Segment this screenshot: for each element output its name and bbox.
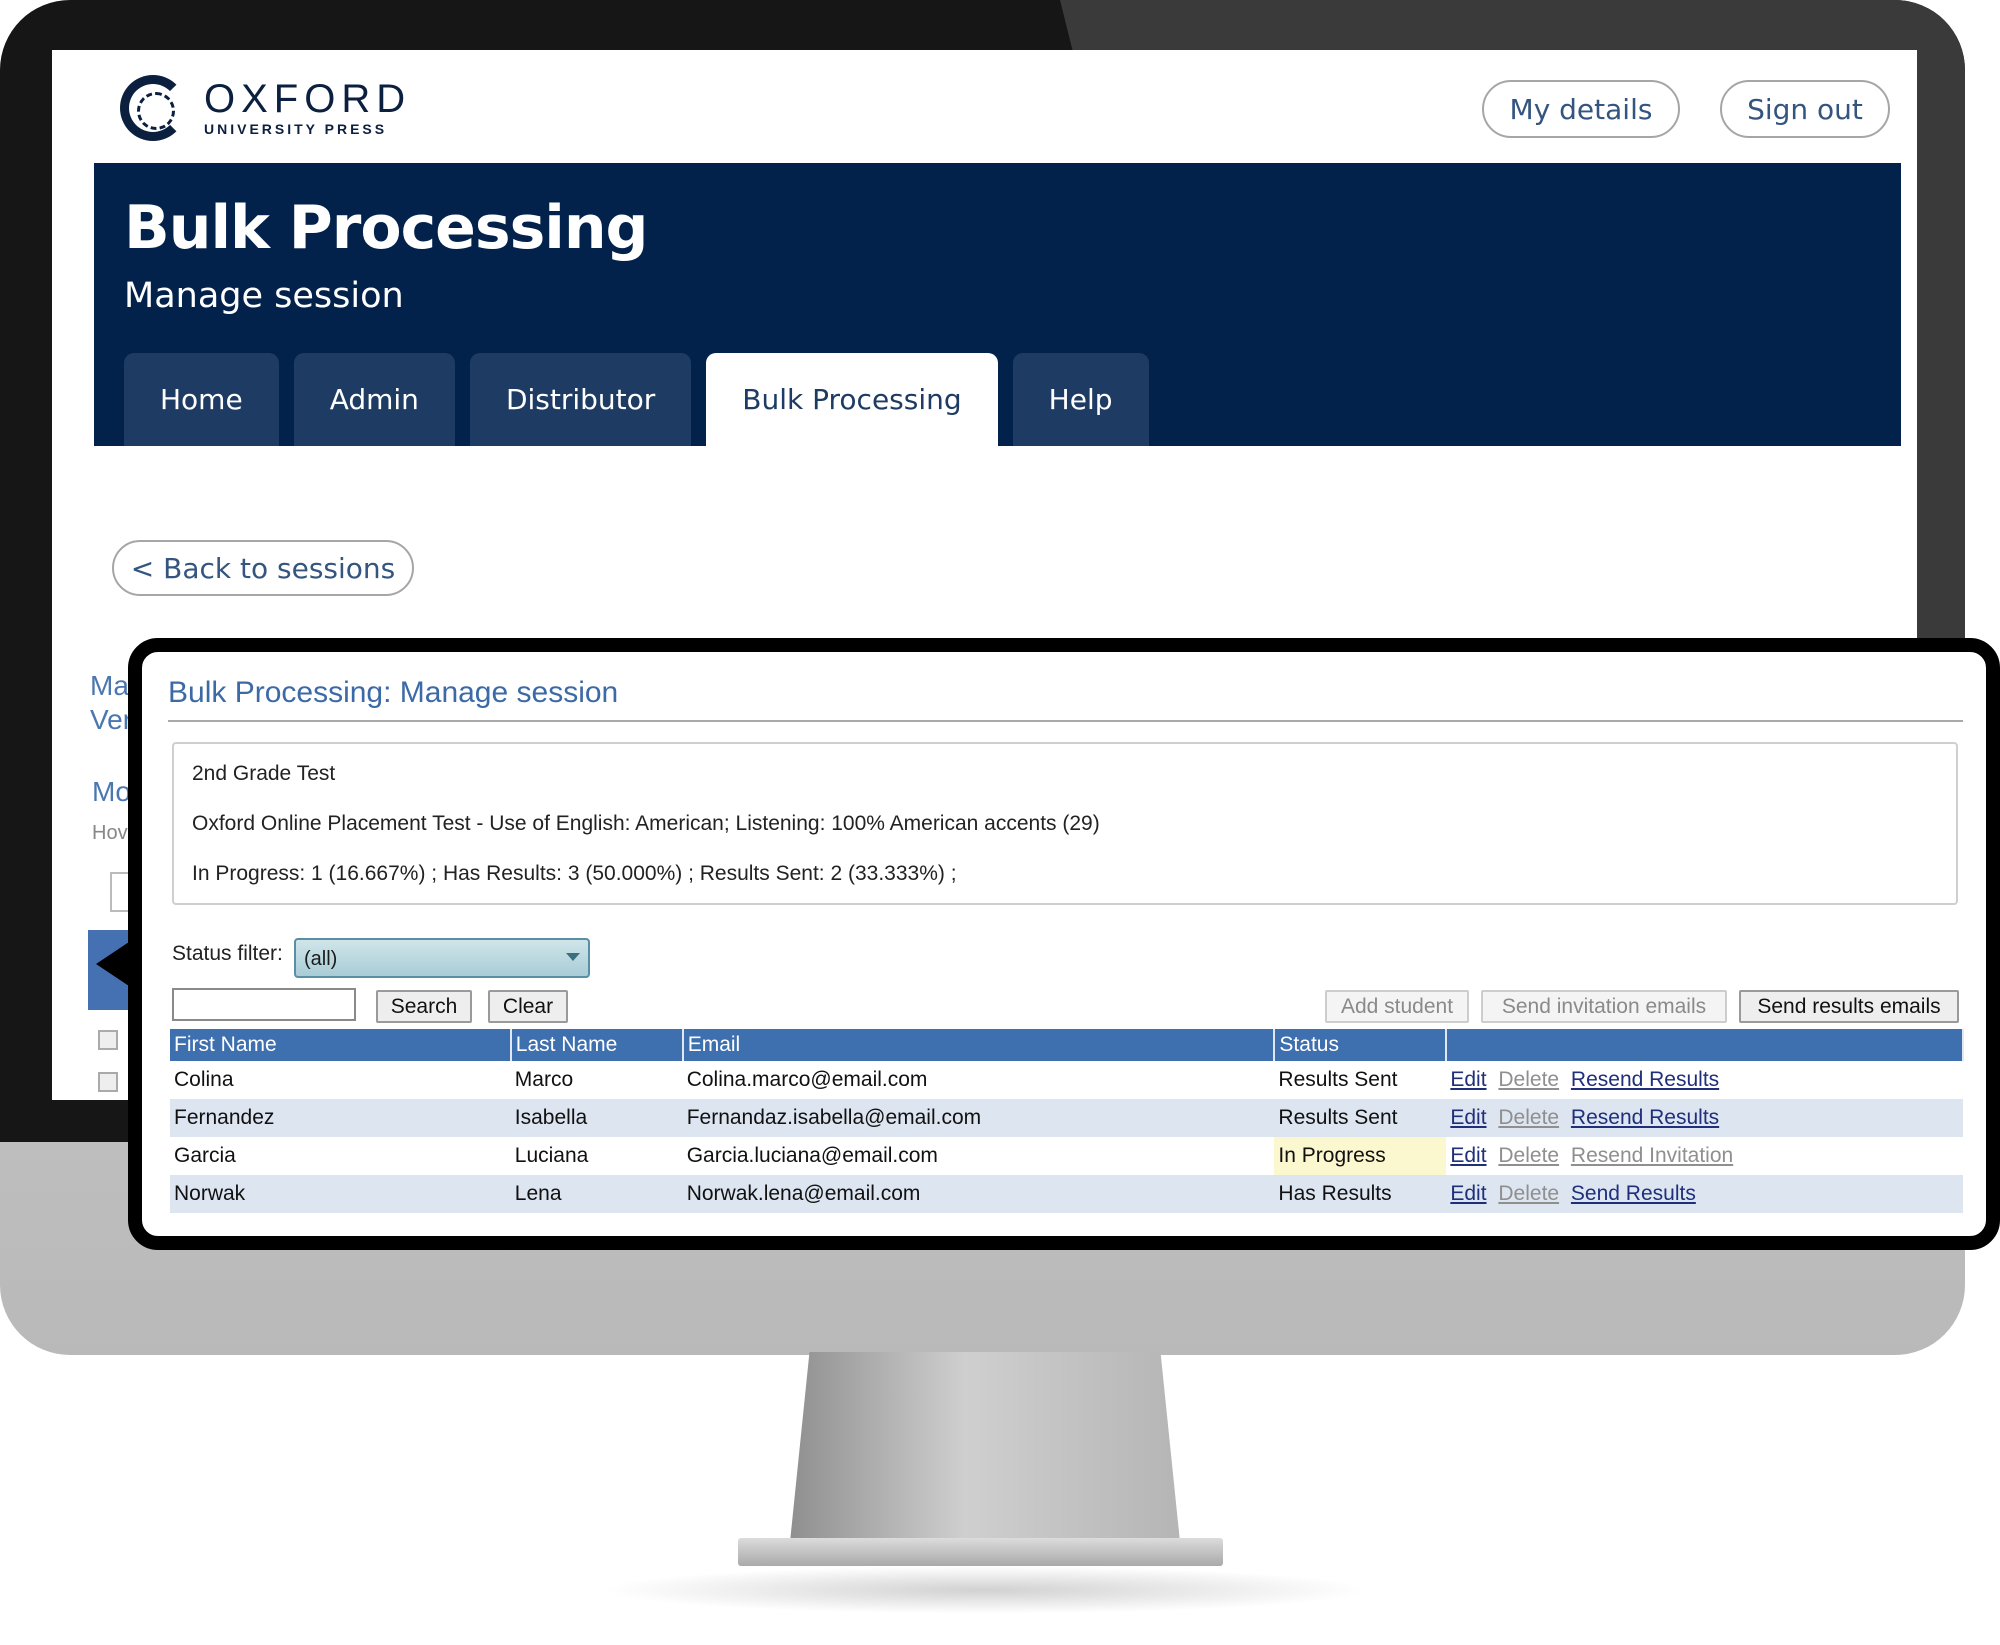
stand-shadow [600,1566,1370,1614]
cell-first-name: Fernandez [170,1099,511,1137]
monitor-stand-neck [790,1352,1180,1542]
search-button[interactable]: Search [376,990,472,1023]
logo-text: OXFORD UNIVERSITY PRESS [204,79,411,137]
delete-link: Delete [1498,1144,1560,1167]
background-heading-fragment-2: Ver [90,704,133,735]
cell-status: Results Sent [1278,1068,1398,1091]
main-nav-tabs: Home Admin Distributor Bulk Processing H… [124,353,1149,446]
edit-link[interactable]: Edit [1450,1106,1486,1129]
send-results-emails-button[interactable]: Send results emails [1739,990,1959,1023]
page-title: Bulk Processing [124,193,649,263]
resend-results-link[interactable]: Resend Results [1571,1068,1719,1091]
my-details-button[interactable]: My details [1482,80,1680,138]
resend-results-link[interactable]: Resend Results [1571,1106,1719,1129]
cell-actions: Edit Delete Resend Results [1446,1061,1963,1099]
add-student-button[interactable]: Add student [1325,990,1469,1023]
delete-link: Delete [1498,1068,1560,1091]
cell-first-name: Garcia [174,1144,236,1167]
tab-help[interactable]: Help [1012,353,1149,446]
cell-actions: Edit Delete Send Results [1446,1175,1963,1213]
cell-email: Colina.marco@email.com [686,1068,928,1091]
cell-email: Garcia.luciana@email.com [686,1144,938,1167]
table-row: Colina Marco Colina.marco@email.com Resu… [170,1061,1963,1099]
monitor-scene: OXFORD UNIVERSITY PRESS My details Sign … [0,0,2000,1645]
column-header-first-name[interactable]: First Name [170,1029,512,1061]
delete-link: Delete [1498,1106,1560,1129]
table-row: Fernandez Isabella Fernandaz.isabella@em… [170,1099,1963,1137]
cell-status: Has Results [1274,1175,1447,1213]
cell-status: In Progress [1274,1137,1447,1175]
table-row: Garcia Luciana Garcia.luciana@email.com … [170,1137,1963,1175]
students-table: First Name Last Name Email Status Colina… [170,1029,1964,1213]
test-description: Oxford Online Placement Test - Use of En… [192,812,1100,835]
background-hint-fragment: Hov [92,822,128,844]
oxford-logo-icon [120,75,186,141]
tab-admin[interactable]: Admin [293,353,455,446]
cell-last-name: Luciana [514,1144,589,1167]
column-header-email[interactable]: Email [682,1029,1276,1061]
cell-status: Results Sent [1274,1099,1447,1137]
oxford-logo[interactable]: OXFORD UNIVERSITY PRESS [120,75,411,141]
cell-actions: Edit Delete Resend Results [1446,1099,1963,1137]
background-section-fragment: Mo [92,776,131,807]
monitor-stand-base [738,1538,1223,1566]
manage-session-panel: Bulk Processing: Manage session 2nd Grad… [128,638,2000,1250]
page-banner: Bulk Processing Manage session Home Admi… [94,163,1901,446]
column-header-status[interactable]: Status [1274,1029,1448,1061]
session-name: 2nd Grade Test [192,762,336,785]
cell-last-name: Isabella [510,1099,683,1137]
panel-divider [168,720,1963,722]
cell-first-name: Colina [174,1068,234,1091]
callout-pointer [96,940,132,988]
session-info-box: 2nd Grade Test Oxford Online Placement T… [172,742,1958,905]
edit-link[interactable]: Edit [1450,1068,1486,1091]
edit-link[interactable]: Edit [1450,1144,1486,1167]
cell-email: Fernandaz.isabella@email.com [682,1099,1275,1137]
panel-title: Bulk Processing: Manage session [168,676,619,709]
send-results-link[interactable]: Send Results [1571,1182,1696,1205]
cell-first-name: Norwak [170,1175,511,1213]
edit-link[interactable]: Edit [1450,1182,1486,1205]
resend-invitation-link: Resend Invitation [1570,1144,1734,1167]
cell-actions: Edit Delete Resend Invitation [1446,1137,1963,1175]
tab-bulk-processing[interactable]: Bulk Processing [706,353,998,446]
tab-distributor[interactable]: Distributor [469,353,692,446]
clear-button[interactable]: Clear [488,990,568,1023]
cell-last-name: Marco [514,1068,574,1091]
background-checkbox[interactable] [98,1030,118,1050]
status-summary: In Progress: 1 (16.667%) ; Has Results: … [192,862,957,885]
sign-out-button[interactable]: Sign out [1720,80,1890,138]
logo-subtitle: UNIVERSITY PRESS [204,121,388,137]
status-filter-label: Status filter: [172,942,283,965]
status-filter-value: (all) [304,948,338,970]
table-row: Norwak Lena Norwak.lena@email.com Has Re… [170,1175,1963,1213]
background-heading-fragment: Ma [90,670,129,701]
page-subtitle: Manage session [124,276,404,316]
cell-last-name: Lena [510,1175,683,1213]
logo-title: OXFORD [204,77,412,121]
background-checkbox[interactable] [98,1072,118,1092]
search-input[interactable] [172,988,356,1021]
tab-home[interactable]: Home [124,353,279,446]
cell-email: Norwak.lena@email.com [682,1175,1275,1213]
column-header-last-name[interactable]: Last Name [510,1029,684,1061]
status-filter-select[interactable]: (all) [294,938,590,978]
table-header-row: First Name Last Name Email Status [170,1029,1964,1061]
delete-link: Delete [1498,1182,1560,1205]
column-header-actions [1446,1029,1964,1061]
chevron-down-icon [566,953,580,961]
back-to-sessions-button[interactable]: < Back to sessions [112,540,414,596]
send-invitation-emails-button[interactable]: Send invitation emails [1481,990,1727,1023]
